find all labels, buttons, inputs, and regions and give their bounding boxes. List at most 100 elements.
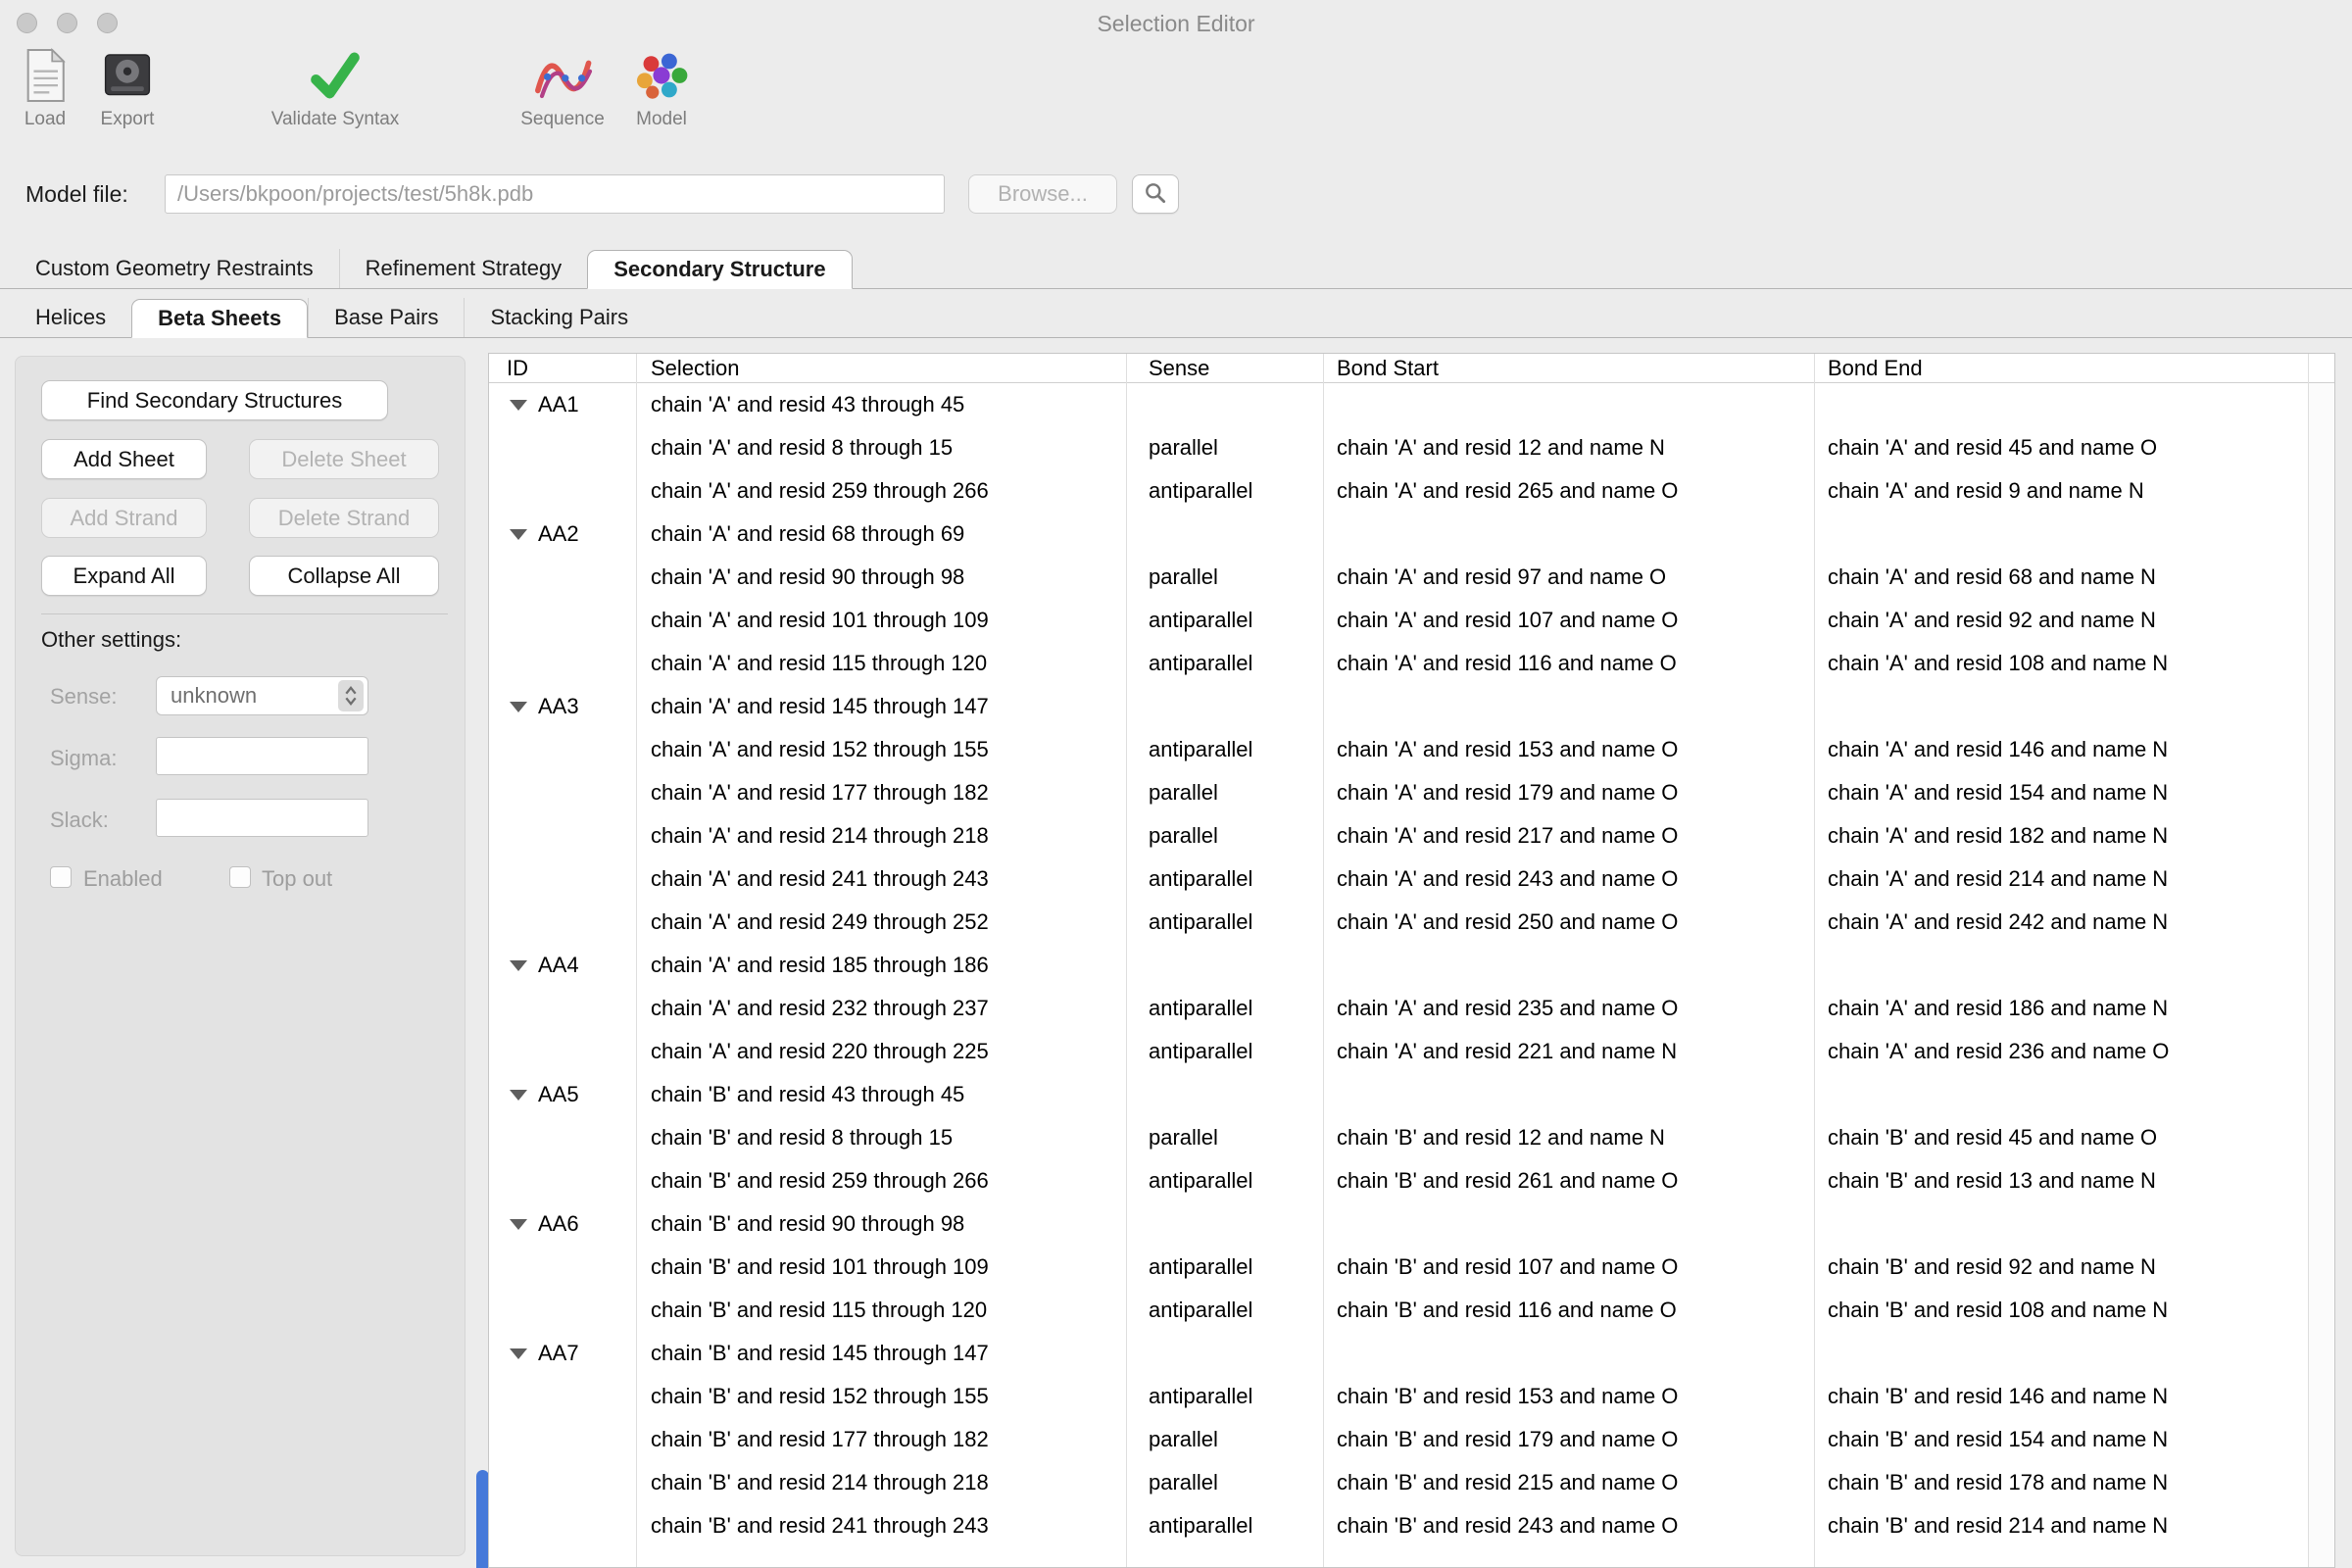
column-header-selection[interactable]: Selection: [636, 354, 1126, 382]
row-selection: chain 'A' and resid 232 through 237: [636, 987, 1126, 1030]
table-row[interactable]: AA6 chain 'B' and resid 90 through 98: [489, 1202, 2308, 1246]
table-row[interactable]: chain 'B' and resid 8 through 15 paralle…: [489, 1116, 2308, 1159]
tab-helices[interactable]: Helices: [10, 298, 131, 337]
validate-syntax-button[interactable]: Validate Syntax: [248, 45, 422, 130]
sigma-input[interactable]: [156, 737, 368, 775]
disclosure-triangle-icon[interactable]: [510, 1348, 527, 1359]
table-row[interactable]: chain 'A' and resid 90 through 98 parall…: [489, 556, 2308, 599]
disclosure-triangle-icon[interactable]: [510, 1219, 527, 1230]
add-sheet-button[interactable]: Add Sheet: [41, 439, 207, 479]
row-sense: [1126, 1202, 1323, 1246]
row-bond-start: chain 'B' and resid 261 and name O: [1323, 1159, 1814, 1202]
table-body: AA1 chain 'A' and resid 43 through 45 ch…: [489, 383, 2308, 1567]
disclosure-triangle-icon[interactable]: [510, 960, 527, 971]
table-row[interactable]: chain 'A' and resid 152 through 155 anti…: [489, 728, 2308, 771]
table-row[interactable]: chain 'B' and resid 214 through 218 para…: [489, 1461, 2308, 1504]
table-row[interactable]: chain 'A' and resid 115 through 120 anti…: [489, 642, 2308, 685]
table-row[interactable]: chain 'A' and resid 220 through 225 anti…: [489, 1030, 2308, 1073]
table-row[interactable]: chain 'A' and resid 214 through 218 para…: [489, 814, 2308, 858]
add-strand-button: Add Strand: [41, 498, 207, 538]
row-bond-start: [1323, 383, 1814, 426]
row-bond-end: chain 'A' and resid 236 and name O: [1814, 1030, 2308, 1073]
disclosure-triangle-icon[interactable]: [510, 1090, 527, 1101]
disclosure-triangle-icon[interactable]: [510, 400, 527, 411]
enabled-checkbox[interactable]: [50, 866, 72, 888]
row-bond-end: chain 'B' and resid 154 and name N: [1814, 1418, 2308, 1461]
row-bond-start: chain 'A' and resid 116 and name O: [1323, 642, 1814, 685]
row-bond-start: chain 'A' and resid 217 and name O: [1323, 814, 1814, 858]
expand-all-button[interactable]: Expand All: [41, 556, 207, 596]
model-file-input[interactable]: [165, 174, 945, 214]
row-selection: chain 'A' and resid 43 through 45: [636, 383, 1126, 426]
row-id-cell: [489, 771, 636, 814]
table-row[interactable]: chain 'A' and resid 241 through 243 anti…: [489, 858, 2308, 901]
disclosure-triangle-icon[interactable]: [510, 702, 527, 712]
top-out-checkbox[interactable]: [229, 866, 251, 888]
row-bond-start: chain 'B' and resid 153 and name O: [1323, 1375, 1814, 1418]
disclosure-triangle-icon[interactable]: [510, 529, 527, 540]
row-bond-end: chain 'B' and resid 146 and name N: [1814, 1375, 2308, 1418]
table-row[interactable]: AA1 chain 'A' and resid 43 through 45: [489, 383, 2308, 426]
row-sense: parallel: [1126, 1418, 1323, 1461]
tab-refinement-strategy[interactable]: Refinement Strategy: [339, 249, 588, 288]
column-header-bond-end[interactable]: Bond End: [1814, 354, 2308, 382]
table-row[interactable]: chain 'B' and resid 241 through 243 anti…: [489, 1504, 2308, 1547]
sequence-button[interactable]: Sequence: [503, 45, 622, 130]
load-button[interactable]: Load: [8, 45, 82, 130]
model-molecule-icon: [633, 45, 690, 106]
row-sense: antiparallel: [1126, 469, 1323, 513]
column-header-id[interactable]: ID: [489, 354, 636, 382]
row-selection: chain 'A' and resid 214 through 218: [636, 814, 1126, 858]
row-bond-end: chain 'B' and resid 92 and name N: [1814, 1246, 2308, 1289]
table-row[interactable]: AA3 chain 'A' and resid 145 through 147: [489, 685, 2308, 728]
table-row[interactable]: chain 'B' and resid 152 through 155 anti…: [489, 1375, 2308, 1418]
tab-secondary-structure[interactable]: Secondary Structure: [587, 250, 852, 289]
table-row[interactable]: AA7 chain 'B' and resid 145 through 147: [489, 1332, 2308, 1375]
table-row[interactable]: chain 'A' and resid 101 through 109 anti…: [489, 599, 2308, 642]
export-button[interactable]: Export: [86, 45, 169, 130]
tab-custom-geometry-restraints[interactable]: Custom Geometry Restraints: [10, 249, 339, 288]
row-bond-end: chain 'A' and resid 92 and name N: [1814, 599, 2308, 642]
row-selection: chain 'A' and resid 220 through 225: [636, 1030, 1126, 1073]
table-row[interactable]: AA2 chain 'A' and resid 68 through 69: [489, 513, 2308, 556]
table-row[interactable]: chain 'B' and resid 101 through 109 anti…: [489, 1246, 2308, 1289]
model-button[interactable]: Model: [620, 45, 703, 130]
table-row[interactable]: chain 'A' and resid 177 through 182 para…: [489, 771, 2308, 814]
table-row[interactable]: chain 'A' and resid 8 through 15 paralle…: [489, 426, 2308, 469]
row-bond-end: chain 'A' and resid 68 and name N: [1814, 556, 2308, 599]
tab-base-pairs[interactable]: Base Pairs: [308, 298, 464, 337]
row-selection: chain 'A' and resid 101 through 109: [636, 599, 1126, 642]
row-bond-start: chain 'B' and resid 243 and name O: [1323, 1504, 1814, 1547]
load-label: Load: [24, 109, 66, 130]
sense-dropdown[interactable]: unknown: [156, 676, 368, 715]
slack-input[interactable]: [156, 799, 368, 837]
table-row[interactable]: chain 'A' and resid 249 through 252 anti…: [489, 901, 2308, 944]
table-row[interactable]: chain 'A' and resid 259 through 266 anti…: [489, 469, 2308, 513]
row-bond-end: [1814, 944, 2308, 987]
tab-beta-sheets[interactable]: Beta Sheets: [131, 299, 308, 338]
vertical-scrollbar[interactable]: [2309, 383, 2334, 1567]
table-row[interactable]: chain 'B' and resid 259 through 266 anti…: [489, 1159, 2308, 1202]
table-row[interactable]: AA5 chain 'B' and resid 43 through 45: [489, 1073, 2308, 1116]
search-file-button[interactable]: [1132, 174, 1179, 214]
row-id-cell: [489, 599, 636, 642]
row-sense: [1126, 944, 1323, 987]
window-title: Selection Editor: [0, 11, 2352, 37]
find-secondary-structures-button[interactable]: Find Secondary Structures: [41, 380, 388, 420]
browse-button[interactable]: Browse...: [968, 174, 1117, 214]
table-row[interactable]: AA4 chain 'A' and resid 185 through 186: [489, 944, 2308, 987]
row-bond-end: chain 'A' and resid 9 and name N: [1814, 469, 2308, 513]
row-bond-start: chain 'A' and resid 179 and name O: [1323, 771, 1814, 814]
sub-tab-bar: Helices Beta Sheets Base Pairs Stacking …: [0, 298, 2352, 338]
delete-sheet-button: Delete Sheet: [249, 439, 439, 479]
delete-strand-button: Delete Strand: [249, 498, 439, 538]
table-row[interactable]: chain 'B' and resid 115 through 120 anti…: [489, 1289, 2308, 1332]
table-row[interactable]: chain 'B' and resid 177 through 182 para…: [489, 1418, 2308, 1461]
model-file-label: Model file:: [25, 174, 128, 214]
column-header-sense[interactable]: Sense: [1126, 354, 1323, 382]
stepper-arrows-icon: [338, 680, 364, 711]
tab-stacking-pairs[interactable]: Stacking Pairs: [464, 298, 654, 337]
column-header-bond-start[interactable]: Bond Start: [1323, 354, 1814, 382]
collapse-all-button[interactable]: Collapse All: [249, 556, 439, 596]
table-row[interactable]: chain 'A' and resid 232 through 237 anti…: [489, 987, 2308, 1030]
